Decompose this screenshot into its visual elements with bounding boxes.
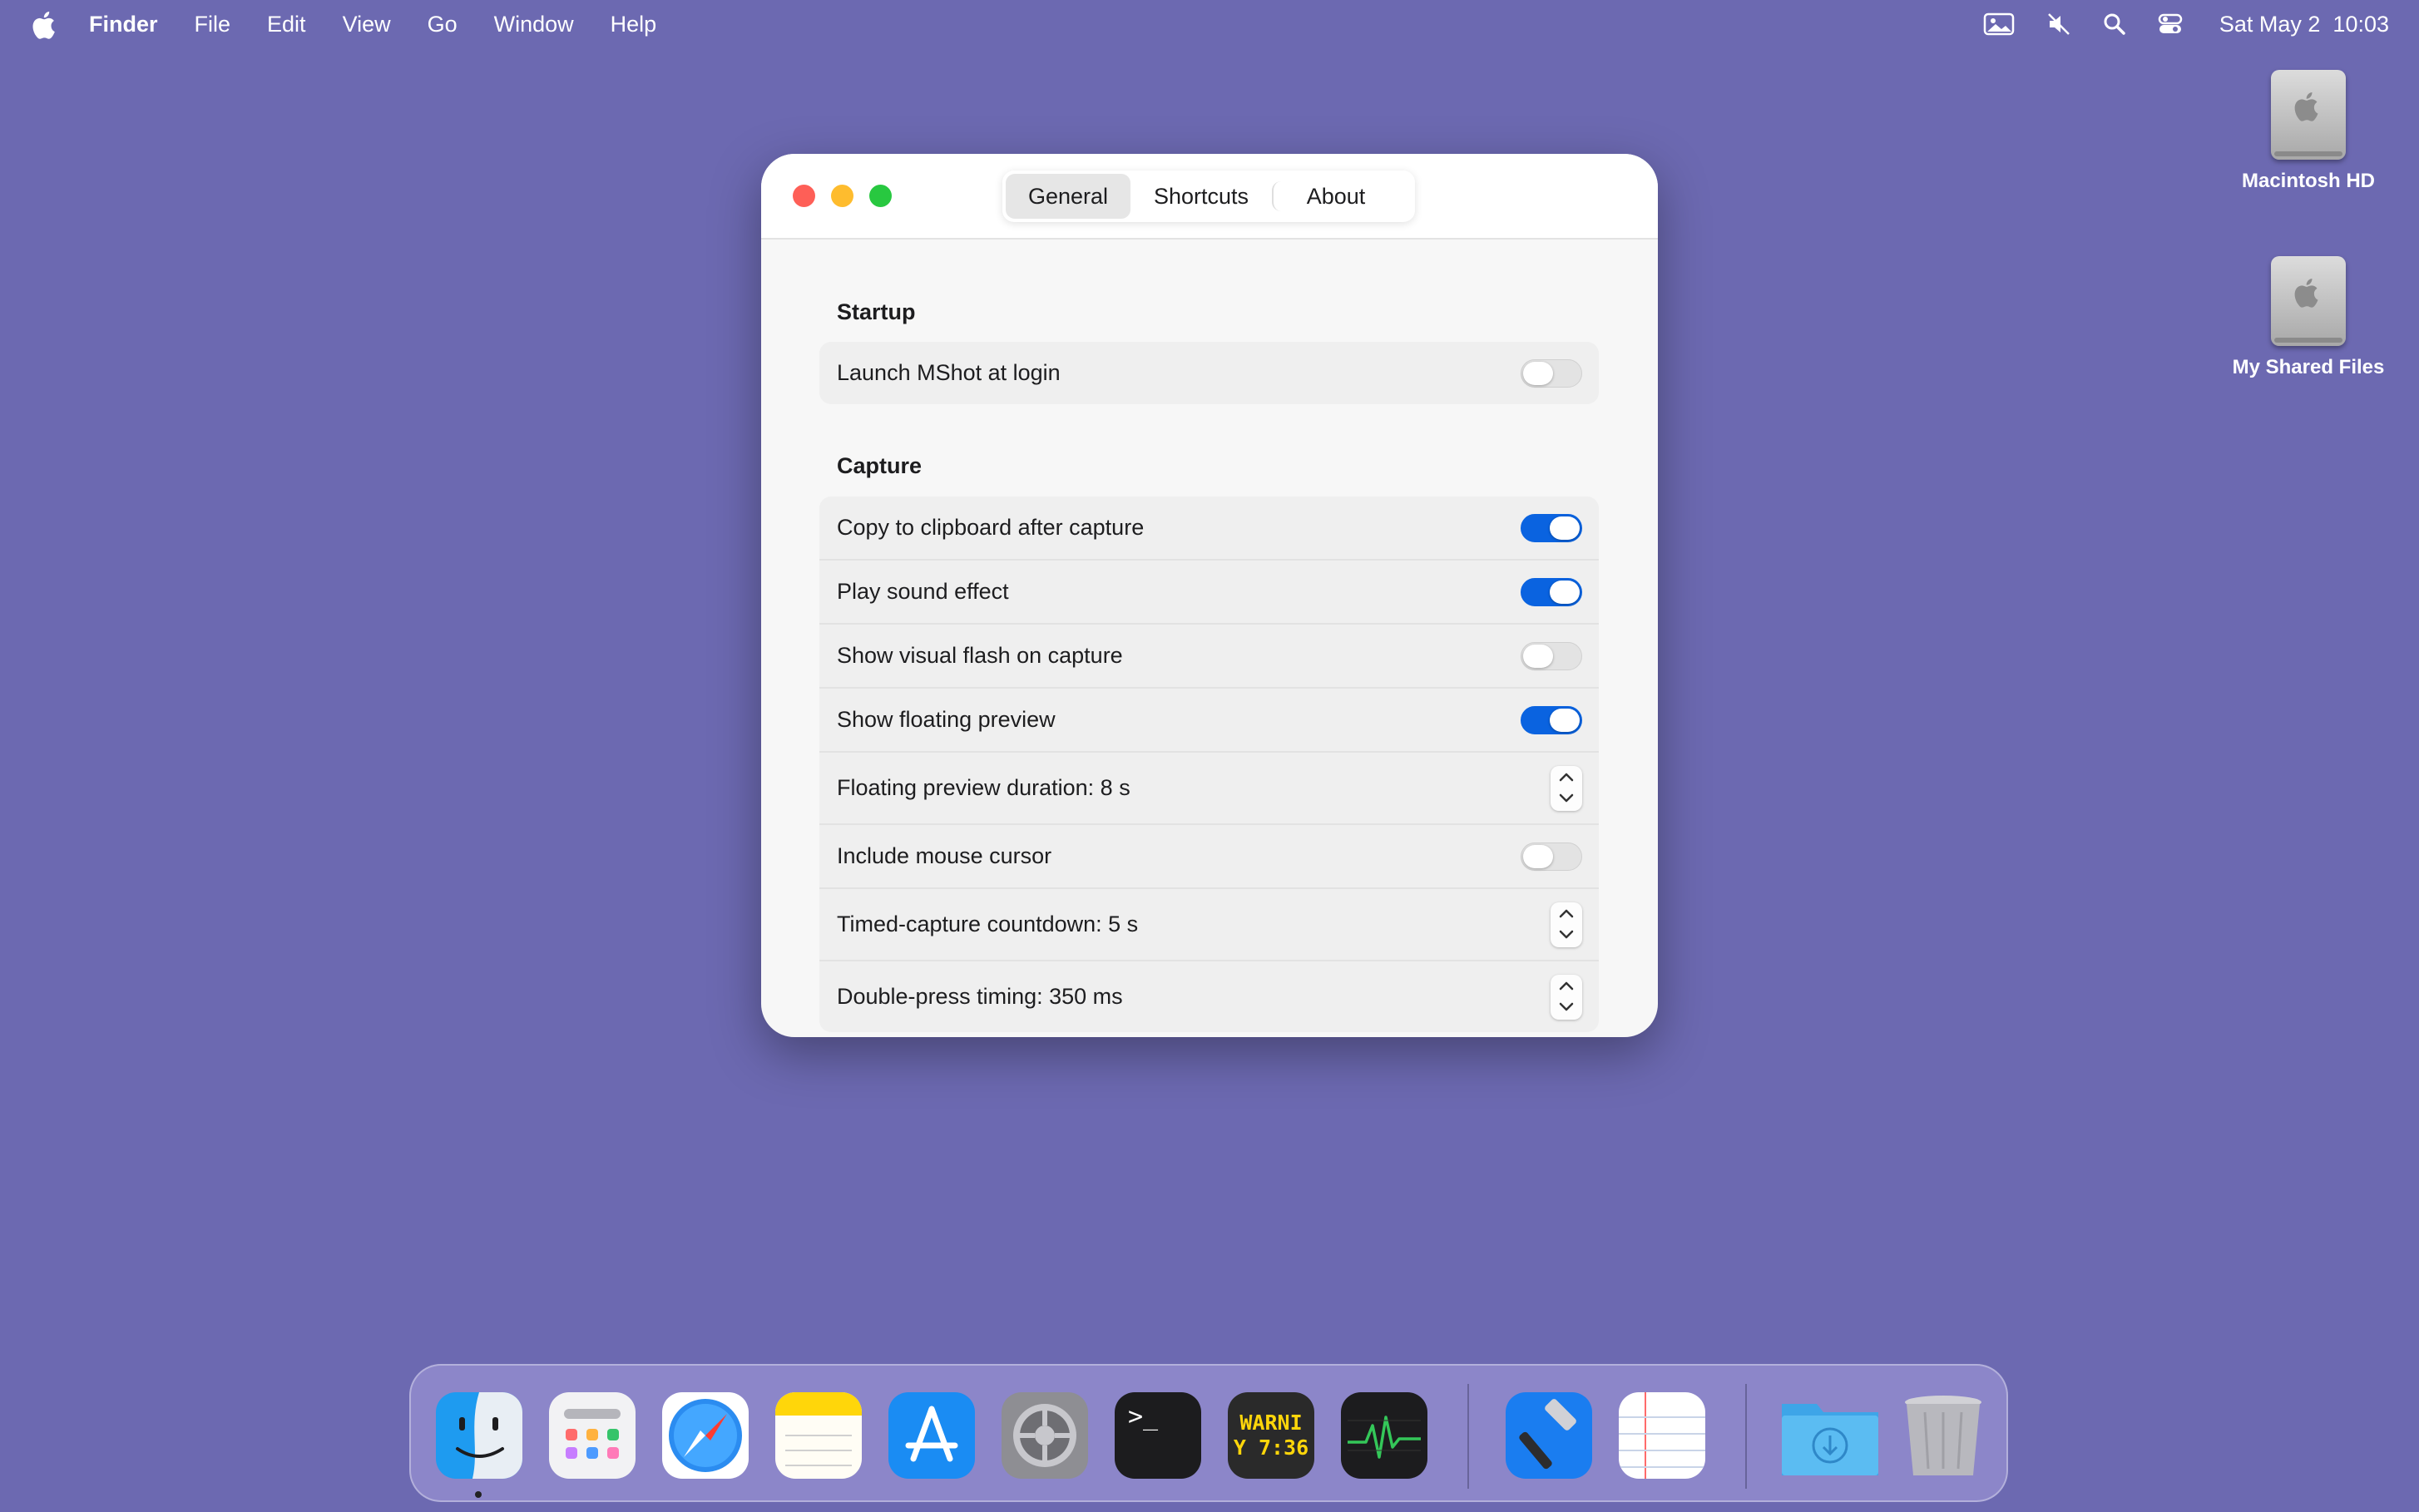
launchpad-icon[interactable]	[549, 1392, 636, 1479]
finder-running-indicator	[475, 1491, 482, 1498]
terminal-prompt: >_	[1128, 1402, 1159, 1431]
window-titlebar[interactable]: General Shortcuts About	[761, 154, 1658, 240]
floating-preview-toggle[interactable]	[1521, 705, 1582, 734]
menu-go[interactable]: Go	[428, 12, 458, 37]
setting-label: Launch MShot at login	[837, 360, 1061, 385]
setting-row-launch-at-login: Launch MShot at login	[819, 342, 1599, 404]
setting-label: Floating preview duration: 8 s	[837, 775, 1130, 800]
setting-row-mouse-cursor: Include mouse cursor	[819, 825, 1599, 889]
setting-label: Show visual flash on capture	[837, 643, 1123, 668]
setting-row-countdown: Timed-capture countdown: 5 s	[819, 889, 1599, 961]
notes-icon[interactable]	[775, 1392, 862, 1479]
downloads-folder-icon[interactable]	[1778, 1392, 1882, 1479]
setting-row-floating-preview: Show floating preview	[819, 689, 1599, 753]
menu-edit[interactable]: Edit	[267, 12, 306, 37]
setting-row-play-sound: Play sound effect	[819, 561, 1599, 625]
startup-group: Launch MShot at login	[819, 342, 1599, 404]
chevron-up-icon[interactable]	[1558, 907, 1575, 919]
capture-group: Copy to clipboard after capture Play sou…	[819, 497, 1599, 1032]
activity-monitor-icon[interactable]	[1341, 1392, 1427, 1479]
desktop-icon-label: My Shared Files	[2232, 356, 2385, 378]
setting-row-visual-flash: Show visual flash on capture	[819, 625, 1599, 689]
menu-window[interactable]: Window	[494, 12, 574, 37]
chevron-down-icon[interactable]	[1558, 1001, 1575, 1013]
chevron-down-icon[interactable]	[1558, 929, 1575, 941]
setting-label: Play sound effect	[837, 579, 1009, 604]
tab-about[interactable]: About	[1272, 181, 1398, 211]
textedit-icon[interactable]	[1619, 1392, 1705, 1479]
setting-row-double-press: Double-press timing: 350 ms	[819, 961, 1599, 1032]
terminal-icon[interactable]: >_	[1115, 1392, 1201, 1479]
dock-separator	[1745, 1384, 1747, 1489]
section-title-capture: Capture	[837, 453, 923, 478]
screen-sharing-icon[interactable]	[1983, 12, 2015, 37]
app-store-icon[interactable]	[888, 1392, 975, 1479]
desktop-icon-macintosh-hd[interactable]: Macintosh HD	[2209, 70, 2408, 193]
close-button[interactable]	[793, 185, 815, 207]
copy-to-clipboard-toggle[interactable]	[1521, 513, 1582, 542]
minimize-button[interactable]	[831, 185, 853, 207]
dock: >_ WARNI Y 7:36	[409, 1364, 2008, 1502]
menu-help[interactable]: Help	[611, 12, 657, 37]
hard-drive-icon	[2271, 256, 2346, 346]
menu-bar: Finder File Edit View Go Window Help Sat…	[0, 0, 2419, 48]
menu-view[interactable]: View	[343, 12, 391, 37]
setting-label: Include mouse cursor	[837, 843, 1052, 868]
setting-label: Double-press timing: 350 ms	[837, 984, 1123, 1009]
trash-icon[interactable]	[1900, 1392, 1986, 1479]
search-icon[interactable]	[2103, 12, 2126, 36]
chevron-up-icon[interactable]	[1558, 771, 1575, 783]
system-settings-icon[interactable]	[1002, 1392, 1088, 1479]
desktop-icon-label: Macintosh HD	[2241, 170, 2375, 192]
console-line: Y 7:36	[1233, 1435, 1309, 1460]
finder-icon[interactable]	[436, 1392, 522, 1479]
play-sound-toggle[interactable]	[1521, 577, 1582, 606]
menu-file[interactable]: File	[195, 12, 231, 37]
menu-bar-clock[interactable]: Sat May 2 10:03	[2219, 12, 2389, 37]
menu-app-name[interactable]: Finder	[89, 12, 158, 37]
muted-speaker-icon[interactable]	[2046, 12, 2071, 37]
setting-label: Show floating preview	[837, 707, 1056, 732]
mouse-cursor-toggle[interactable]	[1521, 842, 1582, 871]
double-press-stepper[interactable]	[1551, 974, 1582, 1020]
setting-label: Timed-capture countdown: 5 s	[837, 912, 1139, 936]
preview-duration-stepper[interactable]	[1551, 765, 1582, 811]
control-center-icon[interactable]	[2158, 12, 2183, 36]
chevron-up-icon[interactable]	[1558, 980, 1575, 991]
setting-label: Copy to clipboard after capture	[837, 515, 1145, 540]
setting-row-preview-duration: Floating preview duration: 8 s	[819, 753, 1599, 825]
tab-general[interactable]: General	[1006, 174, 1130, 219]
dock-separator	[1467, 1384, 1469, 1489]
hard-drive-icon	[2271, 70, 2346, 160]
xcode-icon[interactable]	[1506, 1392, 1592, 1479]
launch-at-login-toggle[interactable]	[1521, 358, 1582, 388]
visual-flash-toggle[interactable]	[1521, 641, 1582, 670]
countdown-stepper[interactable]	[1551, 902, 1582, 947]
settings-window: General Shortcuts About Startup Launch M…	[761, 154, 1658, 1037]
tab-shortcuts[interactable]: Shortcuts	[1130, 174, 1272, 219]
apple-menu-icon[interactable]	[32, 10, 60, 40]
setting-row-copy-to-clipboard: Copy to clipboard after capture	[819, 497, 1599, 561]
zoom-button[interactable]	[869, 185, 892, 207]
desktop-icon-my-shared-files[interactable]: My Shared Files	[2209, 256, 2408, 379]
section-title-startup: Startup	[837, 299, 916, 324]
console-line: WARNI	[1239, 1411, 1303, 1435]
chevron-down-icon[interactable]	[1558, 793, 1575, 804]
safari-icon[interactable]	[662, 1392, 749, 1479]
console-icon[interactable]: WARNI Y 7:36	[1228, 1392, 1314, 1479]
tab-bar: General Shortcuts About	[1002, 170, 1415, 222]
